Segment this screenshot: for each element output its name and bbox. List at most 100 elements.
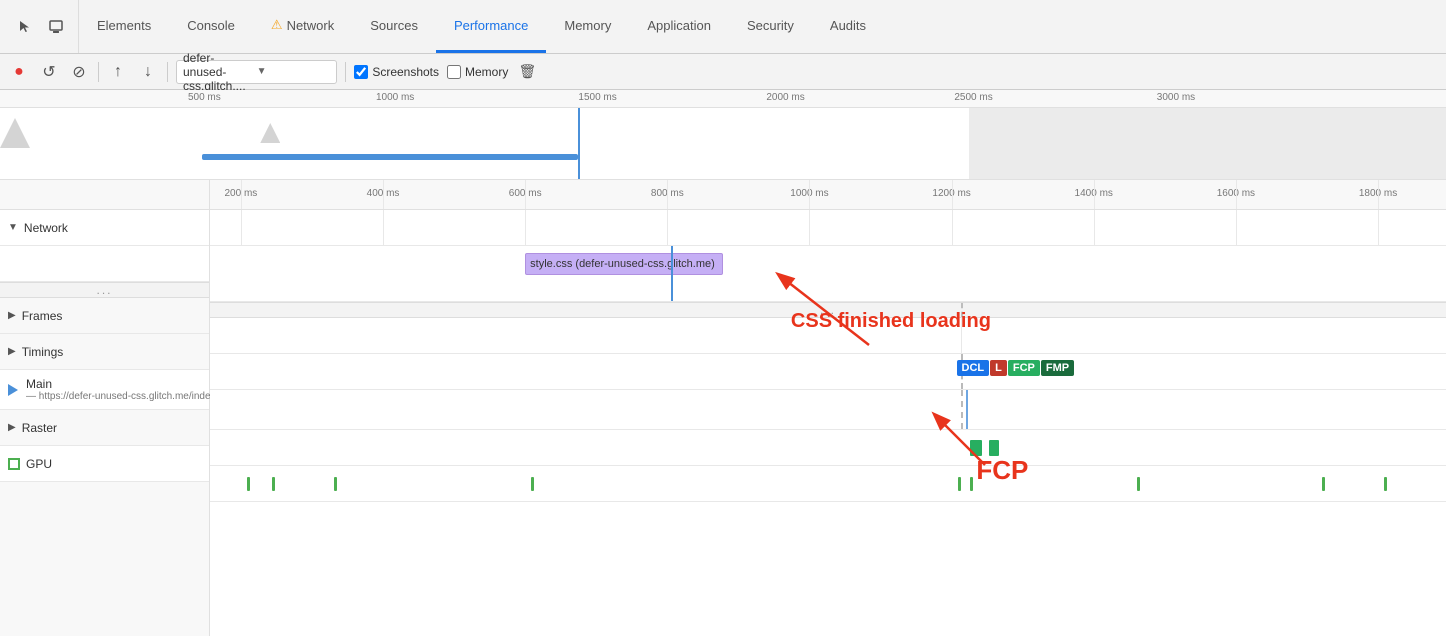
timeline-container: 500 ms 1000 ms 1500 ms 2000 ms 2500 ms 3…: [0, 90, 1446, 636]
memory-checkbox[interactable]: [447, 65, 461, 79]
memory-checkbox-group[interactable]: Memory: [447, 65, 508, 79]
gpu-bar: [272, 477, 275, 491]
grid-line: [241, 210, 242, 245]
sidebar-item-gpu[interactable]: GPU: [0, 446, 209, 482]
reload-button[interactable]: ↺: [38, 61, 60, 83]
grid-line: [961, 318, 962, 353]
clear-button[interactable]: ⊘: [68, 61, 90, 83]
upload-button[interactable]: ↑: [107, 61, 129, 83]
gpu-bar: [247, 477, 250, 491]
grid-line: [241, 180, 242, 209]
overview-ruler: 500 ms 1000 ms 1500 ms 2000 ms 2500 ms 3…: [0, 90, 1446, 108]
grid-line: [383, 180, 384, 209]
badge-dcl[interactable]: DCL: [957, 360, 990, 376]
grid-line: [1094, 210, 1095, 245]
separator: [345, 62, 346, 82]
main-row-content: Main — https://defer-unused-css.glitch.m…: [26, 377, 221, 402]
sidebar-item-frames[interactable]: ▶ Frames: [0, 298, 209, 334]
tab-label: Application: [647, 18, 711, 33]
detail-panel: ▼ Network ... ▶ Frames ▶ Timings Main: [0, 180, 1446, 636]
frames-label: Frames: [22, 309, 63, 323]
grid-line: [667, 180, 668, 209]
screenshots-label: Screenshots: [372, 65, 439, 79]
tab-performance[interactable]: Performance: [436, 0, 546, 53]
dots-row: ...: [210, 302, 1446, 318]
tab-application[interactable]: Application: [629, 0, 729, 53]
tab-elements[interactable]: Elements: [79, 0, 169, 53]
badge-l[interactable]: L: [990, 360, 1007, 376]
grid-line: [952, 210, 953, 245]
separator: [98, 62, 99, 82]
record-button[interactable]: ●: [8, 61, 30, 83]
net-request-label: style.css (defer-unused-css.glitch.me): [530, 258, 715, 270]
mini-activity: [0, 118, 30, 148]
timing-badges: DCL L FCP FMP: [957, 360, 1075, 376]
profile-select-value: defer-unused-css.glitch....: [183, 51, 257, 93]
grid-line: [1378, 180, 1379, 209]
timing-vline: [671, 246, 673, 301]
raster-row: [210, 430, 1446, 466]
memory-label: Memory: [465, 65, 508, 79]
devtools-icons: [4, 0, 79, 53]
delete-button[interactable]: 🗑: [516, 61, 538, 83]
raster-label: Raster: [22, 421, 57, 435]
ruler-label: 500 ms: [188, 92, 221, 103]
tab-memory[interactable]: Memory: [546, 0, 629, 53]
raster-bar: [989, 440, 999, 456]
tab-label: Sources: [370, 18, 418, 33]
tab-sources[interactable]: Sources: [352, 0, 436, 53]
download-button[interactable]: ↓: [137, 61, 159, 83]
badge-fcp[interactable]: FCP: [1008, 360, 1040, 376]
sidebar-item-network[interactable]: ▼ Network: [0, 210, 209, 246]
warning-icon: ⚠: [271, 17, 283, 33]
timings-label: Timings: [22, 345, 64, 359]
tab-label: Performance: [454, 18, 528, 33]
dots-label: ...: [820, 303, 836, 317]
tab-audits[interactable]: Audits: [812, 0, 884, 53]
network-section-row: [210, 210, 1446, 246]
tab-label: Elements: [97, 18, 151, 33]
ruler-label: 1000 ms: [376, 92, 414, 103]
screenshots-checkbox-group[interactable]: Screenshots: [354, 65, 439, 79]
main-url: — https://defer-unused-css.glitch.me/ind…: [26, 391, 221, 402]
ruler-label: 2000 ms: [766, 92, 804, 103]
grid-line: [525, 210, 526, 245]
sidebar-item-timings[interactable]: ▶ Timings: [0, 334, 209, 370]
sidebar-item-raster[interactable]: ▶ Raster: [0, 410, 209, 446]
frames-row: [210, 318, 1446, 354]
timeline-grid: 200 ms 400 ms 600 ms 800 ms 1000 ms 1200…: [210, 180, 1446, 636]
gpu-bar: [1137, 477, 1140, 491]
separator: [167, 62, 168, 82]
gpu-label: GPU: [26, 457, 52, 471]
sidebar-item-main[interactable]: Main — https://defer-unused-css.glitch.m…: [0, 370, 209, 410]
tab-label: Network: [287, 18, 335, 33]
ruler-label-placeholder: [0, 180, 209, 210]
tab-network[interactable]: ⚠ Network: [253, 0, 352, 53]
device-icon[interactable]: [44, 15, 68, 39]
ruler-label: 3000 ms: [1157, 92, 1195, 103]
tab-console[interactable]: Console: [169, 0, 253, 53]
tab-label: Audits: [830, 18, 866, 33]
gpu-row: [210, 466, 1446, 502]
ruler-label: 2500 ms: [954, 92, 992, 103]
main-row: [210, 390, 1446, 430]
gpu-bar: [958, 477, 961, 491]
grid-line: [809, 180, 810, 209]
badge-fmp[interactable]: FMP: [1041, 360, 1074, 376]
left-panel: ▼ Network ... ▶ Frames ▶ Timings Main: [0, 180, 210, 636]
collapse-arrow-icon: ▼: [8, 222, 18, 233]
net-request-bar[interactable]: style.css (defer-unused-css.glitch.me): [525, 253, 723, 275]
main-vline: [966, 390, 968, 429]
main-dashed-line: [961, 390, 963, 429]
expand-arrow-icon: ▶: [8, 310, 16, 321]
overview-panel: 500 ms 1000 ms 1500 ms 2000 ms 2500 ms 3…: [0, 90, 1446, 180]
tab-security[interactable]: Security: [729, 0, 812, 53]
screenshots-checkbox[interactable]: [354, 65, 368, 79]
overview-content: [0, 108, 1446, 179]
grid-line: [1378, 210, 1379, 245]
grid-line: [1094, 180, 1095, 209]
profile-select[interactable]: defer-unused-css.glitch.... ▼: [176, 60, 337, 84]
network-label: Network: [24, 221, 68, 235]
cursor-icon[interactable]: [14, 15, 38, 39]
overview-net-bar: [202, 154, 578, 160]
